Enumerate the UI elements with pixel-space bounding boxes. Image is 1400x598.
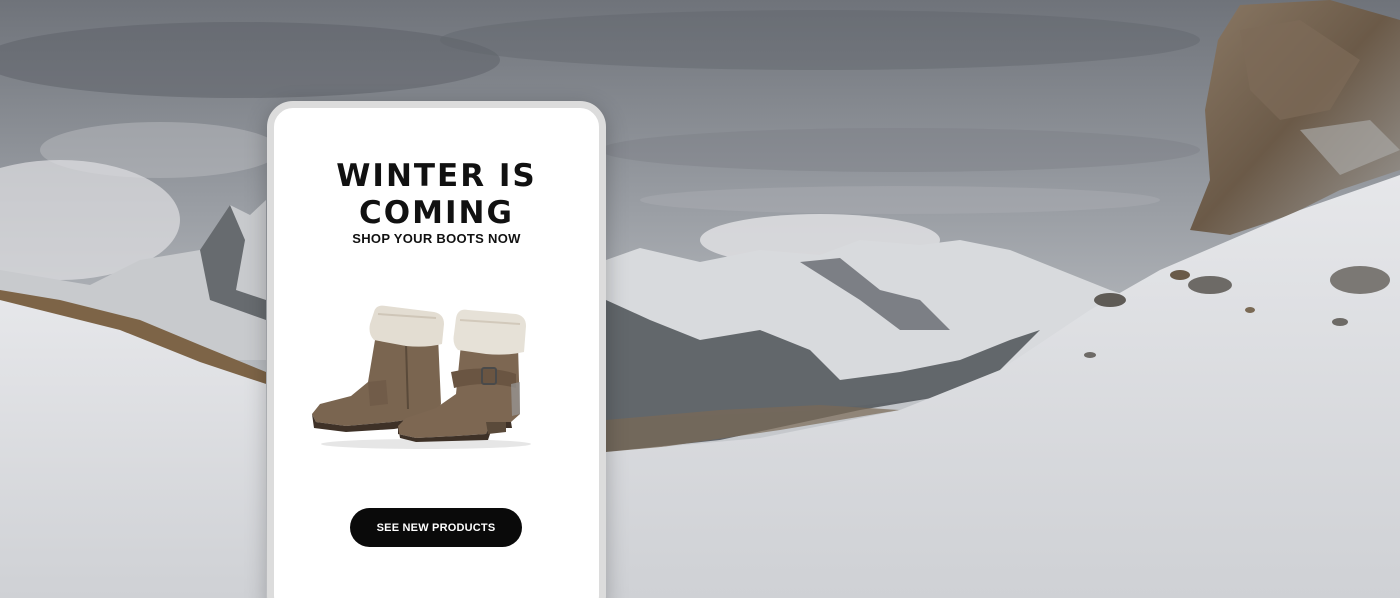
headline-line-1: WINTER IS xyxy=(336,158,537,194)
headline: WINTER IS COMING xyxy=(274,158,599,232)
headline-line-2: COMING xyxy=(359,195,514,231)
winter-boots-banner: WINTER IS COMING SHOP YOUR BOOTS NOW SEE… xyxy=(0,0,1400,598)
promo-card: WINTER IS COMING SHOP YOUR BOOTS NOW SEE… xyxy=(267,101,606,598)
subheadline: SHOP YOUR BOOTS NOW xyxy=(352,231,521,246)
snowy-mountain-background xyxy=(0,0,1400,598)
see-new-products-button[interactable]: SEE NEW PRODUCTS xyxy=(350,508,522,547)
ankle-boots-with-fur-cuff-icon xyxy=(312,305,531,449)
